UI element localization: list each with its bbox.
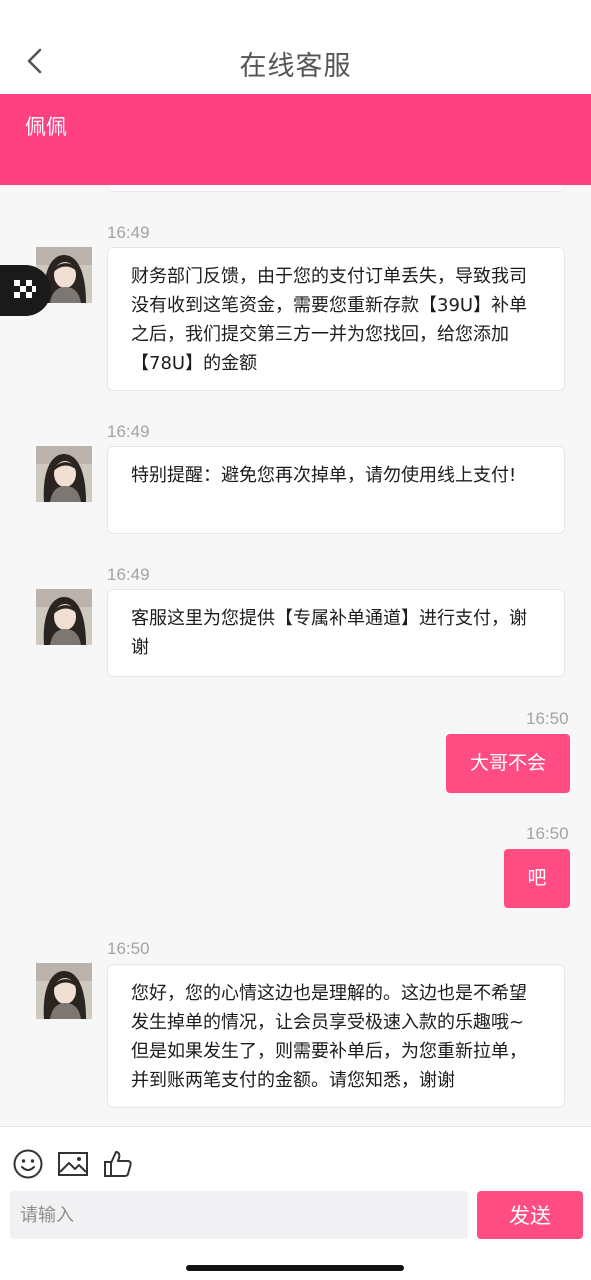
agent-message-bubble: 财务部门反馈，由于您的支付订单丢失，导致我司没有收到这笔资金，需要您重新存款【3… [107, 247, 565, 391]
message-time: 16:49 [107, 565, 150, 584]
smiley-icon[interactable] [12, 1148, 44, 1180]
message-time: 16:50 [526, 824, 569, 843]
agent-name: 佩佩 [25, 115, 67, 139]
agent-avatar[interactable] [36, 963, 92, 1019]
agent-avatar[interactable] [36, 589, 92, 645]
message-time: 16:49 [107, 422, 150, 441]
user-message-bubble: 大哥不会 [446, 734, 570, 793]
thumbs-up-icon[interactable] [102, 1148, 134, 1180]
floating-menu-button[interactable] [0, 265, 51, 316]
message-input[interactable] [10, 1191, 468, 1239]
message-time: 16:50 [107, 939, 150, 958]
agent-message-bubble: 特别提醒：避免您再次掉单，请勿使用线上支付! [107, 446, 565, 534]
send-button[interactable]: 发送 [477, 1191, 583, 1239]
navbar: 在线客服 [0, 0, 591, 94]
agent-avatar[interactable] [36, 446, 92, 502]
grid-icon [14, 280, 36, 298]
home-indicator [186, 1265, 404, 1271]
page-title: 在线客服 [239, 51, 352, 82]
message-time: 16:50 [526, 709, 569, 728]
chat-list[interactable]: 16:49 财务部门反馈，由于您的支付订单丢失，导致我司没有收到这笔资金，需要您… [0, 185, 591, 1126]
image-icon[interactable] [57, 1148, 89, 1180]
agent-message-bubble: 客服这里为您提供【专属补单通道】进行支付，谢谢 [107, 589, 565, 677]
agent-banner [0, 94, 591, 185]
previous-message-bubble [107, 185, 565, 192]
message-time: 16:49 [107, 223, 150, 242]
agent-message-bubble: 您好，您的心情这边也是理解的。这边也是不希望发生掉单的情况，让会员享受极速入款的… [107, 964, 565, 1108]
user-message-bubble: 吧 [504, 849, 570, 908]
